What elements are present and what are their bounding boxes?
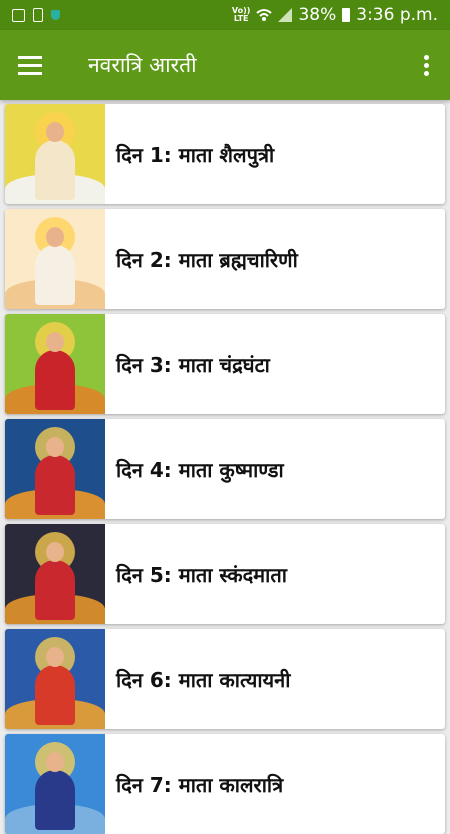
thumbnail-body (35, 140, 75, 200)
thumbnail-body (35, 455, 75, 515)
goddess-thumbnail (5, 104, 105, 204)
thumbnail-body (35, 665, 75, 725)
thumbnail-head (46, 227, 64, 247)
thumbnail-body (35, 350, 75, 410)
gallery-icon (12, 8, 25, 22)
thumbnail-head (46, 647, 64, 667)
dot-icon (423, 62, 429, 68)
goddess-thumbnail (5, 314, 105, 414)
thumbnail-head (46, 122, 64, 142)
system-indicators: Vo)) LTE 38% 3:36 p.m. (232, 5, 450, 25)
phone-icon (33, 8, 43, 22)
volte-bottom-label: LTE (233, 14, 249, 23)
thumbnail-head (46, 542, 64, 562)
list-item[interactable]: दिन 3: माता चंद्रघंटा (5, 314, 445, 414)
shield-icon (51, 10, 60, 20)
clock: 3:36 p.m. (356, 5, 438, 25)
list-item[interactable]: दिन 2: माता ब्रह्मचारिणी (5, 209, 445, 309)
list-item-label: दिन 5: माता स्कंदमाता (116, 562, 287, 587)
list-item[interactable]: दिन 1: माता शैलपुत्री (5, 104, 445, 204)
goddess-thumbnail (5, 734, 105, 834)
goddess-thumbnail (5, 524, 105, 624)
list-item-label: दिन 7: माता कालरात्रि (116, 772, 284, 797)
dot-icon (423, 54, 429, 60)
menu-button[interactable] (0, 30, 60, 100)
list-item-label: दिन 6: माता कात्यायनी (116, 667, 291, 692)
thumbnail-body (35, 560, 75, 620)
list-item-label: दिन 2: माता ब्रह्मचारिणी (116, 247, 298, 272)
status-bar: Vo)) LTE 38% 3:36 p.m. (0, 0, 450, 30)
list-item[interactable]: दिन 6: माता कात्यायनी (5, 629, 445, 729)
notification-icons (0, 8, 60, 22)
list-item[interactable]: दिन 7: माता कालरात्रि (5, 734, 445, 834)
dot-icon (423, 70, 429, 76)
overflow-menu-button[interactable] (402, 30, 450, 100)
goddess-thumbnail (5, 209, 105, 309)
list-item-label: दिन 3: माता चंद्रघंटा (116, 352, 270, 377)
goddess-thumbnail (5, 419, 105, 519)
list-item-label: दिन 4: माता कुष्माण्डा (116, 457, 284, 482)
page-title: नवरात्रि आरती (88, 53, 197, 77)
wifi-icon (256, 9, 273, 21)
signal-icon (278, 8, 293, 22)
thumbnail-head (46, 332, 64, 352)
battery-icon (342, 8, 351, 22)
volte-icon: Vo)) LTE (232, 7, 251, 23)
thumbnail-head (46, 437, 64, 457)
thumbnail-body (35, 770, 75, 830)
goddess-thumbnail (5, 629, 105, 729)
list-item[interactable]: दिन 4: माता कुष्माण्डा (5, 419, 445, 519)
battery-percent: 38% (298, 5, 337, 25)
hamburger-icon (18, 53, 42, 77)
app-bar: नवरात्रि आरती (0, 30, 450, 100)
list-item-label: दिन 1: माता शैलपुत्री (116, 142, 275, 167)
list-item[interactable]: दिन 5: माता स्कंदमाता (5, 524, 445, 624)
thumbnail-head (46, 752, 64, 772)
thumbnail-body (35, 245, 75, 305)
